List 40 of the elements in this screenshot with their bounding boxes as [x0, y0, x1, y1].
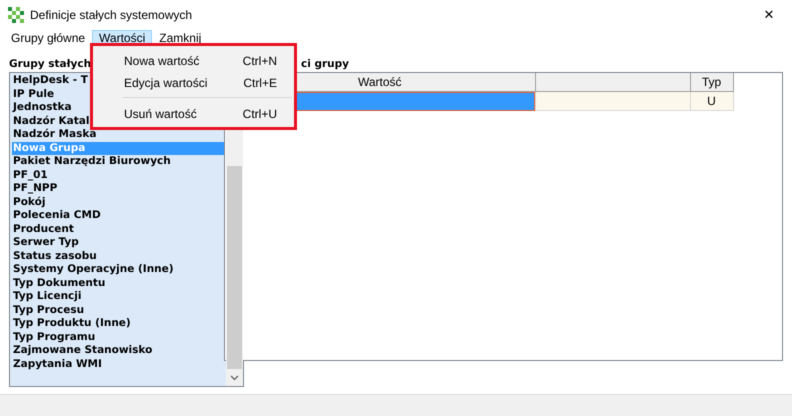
list-item[interactable]: Serwer Typ — [12, 236, 79, 250]
menu-item[interactable]: Wartości — [92, 30, 152, 44]
list-item[interactable]: Typ Licencji — [12, 290, 82, 304]
list-item[interactable]: Jednostka — [12, 101, 72, 114]
column-header[interactable]: Typ — [690, 73, 733, 92]
column-header[interactable] — [535, 73, 690, 92]
shortcut-label: Ctrl+E — [243, 75, 277, 92]
table-cell: U — [690, 92, 733, 110]
list-item[interactable]: Typ Dokumentu — [12, 276, 106, 290]
menu-item-label: Edycja wartości — [124, 75, 208, 92]
list-item[interactable]: Pokój — [12, 196, 46, 209]
list-item[interactable]: Nadzór Katal — [12, 114, 90, 128]
menu-item[interactable]: Zamknij — [152, 30, 208, 44]
list-item[interactable]: Polecenia CMD — [12, 209, 101, 222]
list-item[interactable]: HelpDesk - T — [12, 74, 88, 88]
menu-item-label: Usuń wartość — [124, 106, 197, 123]
list-item[interactable]: Nadzór Maska — [12, 128, 96, 142]
shortcut-label: Ctrl+U — [242, 106, 277, 123]
menu-item[interactable]: Nowa wartość Ctrl+N — [93, 49, 294, 71]
panel-label: Grupy stałych — [9, 57, 92, 71]
list-item[interactable]: Producent — [12, 222, 74, 236]
menu-item[interactable]: Grupy główne — [4, 30, 92, 44]
list-item[interactable]: Typ Procesu — [12, 304, 84, 317]
list-item[interactable]: Zapytania WMI — [12, 358, 102, 371]
shortcut-label: Ctrl+N — [242, 53, 277, 70]
list-item[interactable]: Typ Programu — [12, 330, 96, 344]
list-item[interactable]: Systemy Operacyjne (Inne) — [12, 263, 174, 276]
scroll-thumb[interactable] — [227, 166, 242, 370]
app-icon — [8, 7, 24, 23]
list-item[interactable]: Pakiet Narzędzi Biurowych — [12, 155, 171, 168]
list-item[interactable]: PF_NPP — [12, 182, 58, 196]
menu-item-label: Nowa wartość — [124, 53, 200, 70]
list-item[interactable]: PF_01 — [12, 168, 48, 182]
list-item[interactable]: Typ Produktu (Inne) — [12, 317, 131, 330]
list-item[interactable]: Status zasobu — [12, 250, 97, 263]
menu-item[interactable]: Usuń wartość Ctrl+U — [93, 102, 294, 124]
list-item[interactable]: Zajmowane Stanowisko — [12, 344, 152, 358]
window-title: Definicje stałych systemowych — [30, 7, 192, 24]
list-item[interactable]: IP Pule — [12, 88, 54, 101]
close-button[interactable]: ✕ — [746, 0, 792, 30]
